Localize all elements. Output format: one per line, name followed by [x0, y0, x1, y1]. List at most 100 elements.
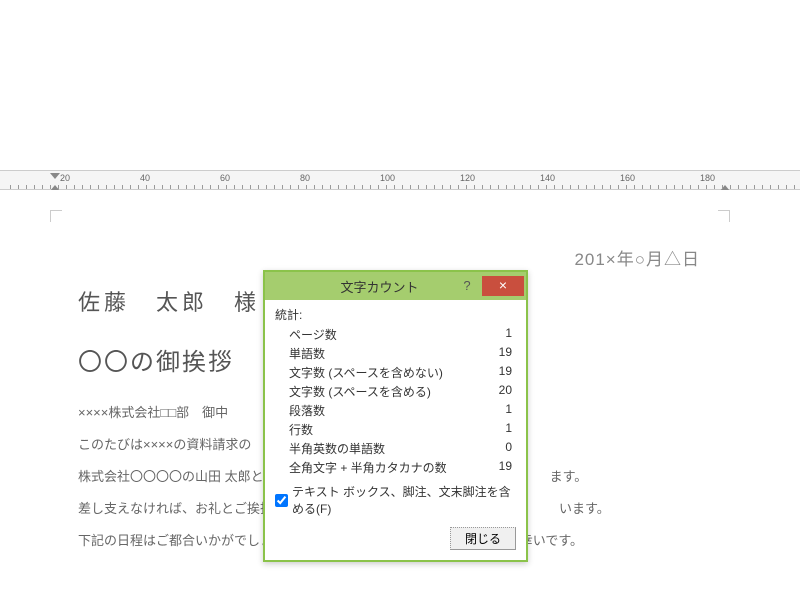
ruler-tick — [546, 185, 547, 189]
ruler-tick — [178, 185, 179, 189]
ruler-tick — [730, 185, 731, 189]
horizontal-ruler[interactable]: 20406080100120140160180 — [0, 170, 800, 190]
ruler-tick — [258, 185, 259, 189]
ruler-tick — [554, 185, 555, 189]
stat-label: 単語数 — [289, 345, 325, 362]
ruler-tick — [202, 185, 203, 189]
ruler-tick — [586, 185, 587, 189]
dialog-footer: 閉じる — [275, 527, 516, 550]
stat-value: 1 — [482, 402, 512, 419]
ruler-tick — [362, 185, 363, 189]
word-count-dialog: 文字カウント ? × 統計: ページ数1 単語数19 文字数 (スペースを含めな… — [263, 270, 528, 562]
dialog-body: 統計: ページ数1 単語数19 文字数 (スペースを含めない)19 文字数 (ス… — [265, 300, 526, 560]
ruler-tick — [386, 185, 387, 189]
ruler-tick — [570, 185, 571, 189]
include-textbox-input[interactable] — [275, 494, 288, 507]
ruler-tick — [642, 185, 643, 189]
page-margin-corner-tl — [50, 210, 62, 222]
dialog-titlebar[interactable]: 文字カウント ? × — [265, 272, 526, 300]
ruler-tick — [250, 185, 251, 189]
stat-row-lines: 行数 1 — [275, 420, 516, 439]
ruler-tick — [290, 185, 291, 189]
ruler-tick — [138, 185, 139, 189]
ruler-number: 80 — [300, 173, 310, 183]
ruler-tick — [410, 185, 411, 189]
ruler-tick — [74, 185, 75, 189]
ruler-tick — [26, 185, 27, 189]
ruler-tick — [162, 185, 163, 189]
ruler-tick — [322, 185, 323, 189]
ruler-tick — [442, 185, 443, 189]
ruler-tick — [466, 185, 467, 189]
ruler-tick — [618, 185, 619, 189]
ruler-tick — [218, 185, 219, 189]
ruler-tick — [426, 185, 427, 189]
ruler-tick — [490, 185, 491, 189]
stat-value: 19 — [482, 364, 512, 381]
page-margin-corner-tr — [718, 210, 730, 222]
close-button[interactable]: 閉じる — [450, 527, 516, 550]
ruler-tick — [626, 185, 627, 189]
ruler-tick — [634, 185, 635, 189]
ruler-number: 100 — [380, 173, 395, 183]
ruler-tick — [450, 185, 451, 189]
ruler-tick — [42, 185, 43, 189]
ruler-tick — [154, 185, 155, 189]
ruler-tick — [666, 185, 667, 189]
ruler-tick — [762, 185, 763, 189]
stat-label: 全角文字 + 半角カタカナの数 — [289, 459, 447, 476]
ruler-tick — [306, 185, 307, 189]
ruler-tick — [738, 185, 739, 189]
ruler-tick — [722, 185, 723, 189]
ruler-tick — [50, 185, 51, 189]
ruler-tick — [82, 185, 83, 189]
date-text[interactable]: 201×年○月△日 — [50, 245, 700, 270]
ruler-tick — [754, 185, 755, 189]
ruler-tick — [690, 185, 691, 189]
stat-label: 半角英数の単語数 — [289, 440, 385, 457]
ruler-number: 140 — [540, 173, 555, 183]
stat-label: 文字数 (スペースを含める) — [289, 383, 431, 400]
ruler-tick — [282, 185, 283, 189]
stat-value: 1 — [482, 326, 512, 343]
ruler-tick — [298, 185, 299, 189]
stat-row-paragraphs: 段落数 1 — [275, 401, 516, 420]
ruler-tick — [234, 185, 235, 189]
ruler-tick — [346, 185, 347, 189]
ruler-tick — [682, 185, 683, 189]
ruler-tick — [378, 185, 379, 189]
include-textbox-checkbox[interactable]: テキスト ボックス、脚注、文末脚注を含める(F) — [275, 483, 516, 517]
stat-label: 行数 — [289, 421, 313, 438]
ruler-tick — [786, 185, 787, 189]
dialog-title: 文字カウント — [305, 277, 454, 296]
ruler-tick — [482, 185, 483, 189]
ruler-tick — [578, 185, 579, 189]
ruler-tick — [66, 185, 67, 189]
stat-row-words: 単語数19 — [275, 344, 516, 363]
ruler-tick — [474, 185, 475, 189]
ruler-tick — [122, 185, 123, 189]
first-line-indent-marker[interactable] — [50, 173, 60, 179]
ruler-tick — [562, 185, 563, 189]
stats-table: ページ数1 単語数19 文字数 (スペースを含めない) 19 文字数 (スペースを… — [275, 325, 516, 477]
stat-value: 20 — [482, 383, 512, 400]
ruler-tick — [522, 185, 523, 189]
stat-row-pages: ページ数1 — [275, 325, 516, 344]
help-button[interactable]: ? — [454, 276, 480, 296]
ruler-tick — [58, 185, 59, 189]
ruler-tick — [194, 185, 195, 189]
stat-label: 段落数 — [289, 402, 325, 419]
ruler-tick — [274, 185, 275, 189]
stat-row-fullwidth-chars: 全角文字 + 半角カタカナの数19 — [275, 458, 516, 477]
ruler-tick — [650, 185, 651, 189]
stat-label: 文字数 (スペースを含めない) — [289, 364, 443, 381]
ruler-tick — [242, 185, 243, 189]
ruler-tick — [602, 185, 603, 189]
ruler-tick — [10, 185, 11, 189]
ruler-number: 160 — [620, 173, 635, 183]
ruler-tick — [698, 185, 699, 189]
ruler-tick — [338, 185, 339, 189]
stat-row-chars-no-space: 文字数 (スペースを含めない) 19 — [275, 363, 516, 382]
stat-value: 1 — [482, 421, 512, 438]
close-icon[interactable]: × — [482, 276, 524, 296]
